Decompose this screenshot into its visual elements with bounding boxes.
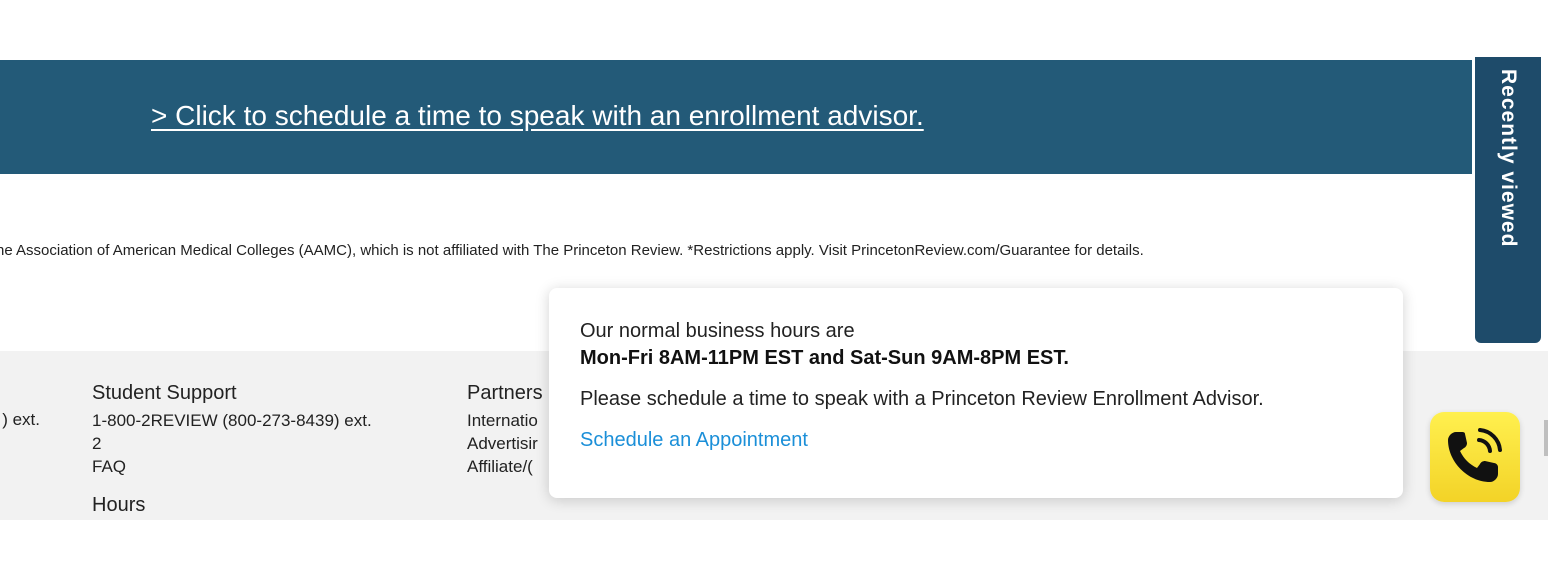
support-phone-link[interactable]: 1-800-2REVIEW (800-273-8439) ext. 2: [92, 409, 432, 455]
faq-link[interactable]: FAQ: [92, 455, 432, 478]
support-phone-line2: 2: [92, 434, 102, 453]
business-hours-intro: Our normal business hours are: [580, 320, 855, 342]
footer-phone-ext-fragment: ) ext.: [2, 410, 40, 429]
disclaimer-text: he Association of American Medical Colle…: [0, 242, 1144, 259]
phone-ringing-icon: [1448, 428, 1502, 482]
business-hours-times: Mon-Fri 8AM-11PM EST and Sat-Sun 9AM-8PM…: [580, 347, 1069, 369]
call-button[interactable]: [1430, 412, 1520, 502]
business-hours-popup: Our normal business hours are Mon-Fri 8A…: [549, 288, 1403, 498]
student-support-heading: Student Support: [92, 382, 237, 404]
hours-heading: Hours: [92, 494, 146, 516]
recently-viewed-tab[interactable]: Recently viewed: [1475, 57, 1541, 343]
support-phone-line1: 1-800-2REVIEW (800-273-8439) ext.: [92, 411, 372, 430]
recently-viewed-label: Recently viewed: [1497, 69, 1520, 248]
footer-student-support-column: Student Support 1-800-2REVIEW (800-273-8…: [92, 382, 432, 521]
enrollment-banner: > Click to schedule a time to speak with…: [0, 60, 1472, 174]
footer-left-column: ) ext.: [0, 408, 40, 431]
schedule-appointment-link[interactable]: Schedule an Appointment: [580, 429, 808, 452]
scrollbar-thumb[interactable]: [1544, 420, 1548, 456]
schedule-message: Please schedule a time to speak with a P…: [580, 388, 1264, 410]
schedule-advisor-link[interactable]: > Click to schedule a time to speak with…: [151, 100, 924, 132]
